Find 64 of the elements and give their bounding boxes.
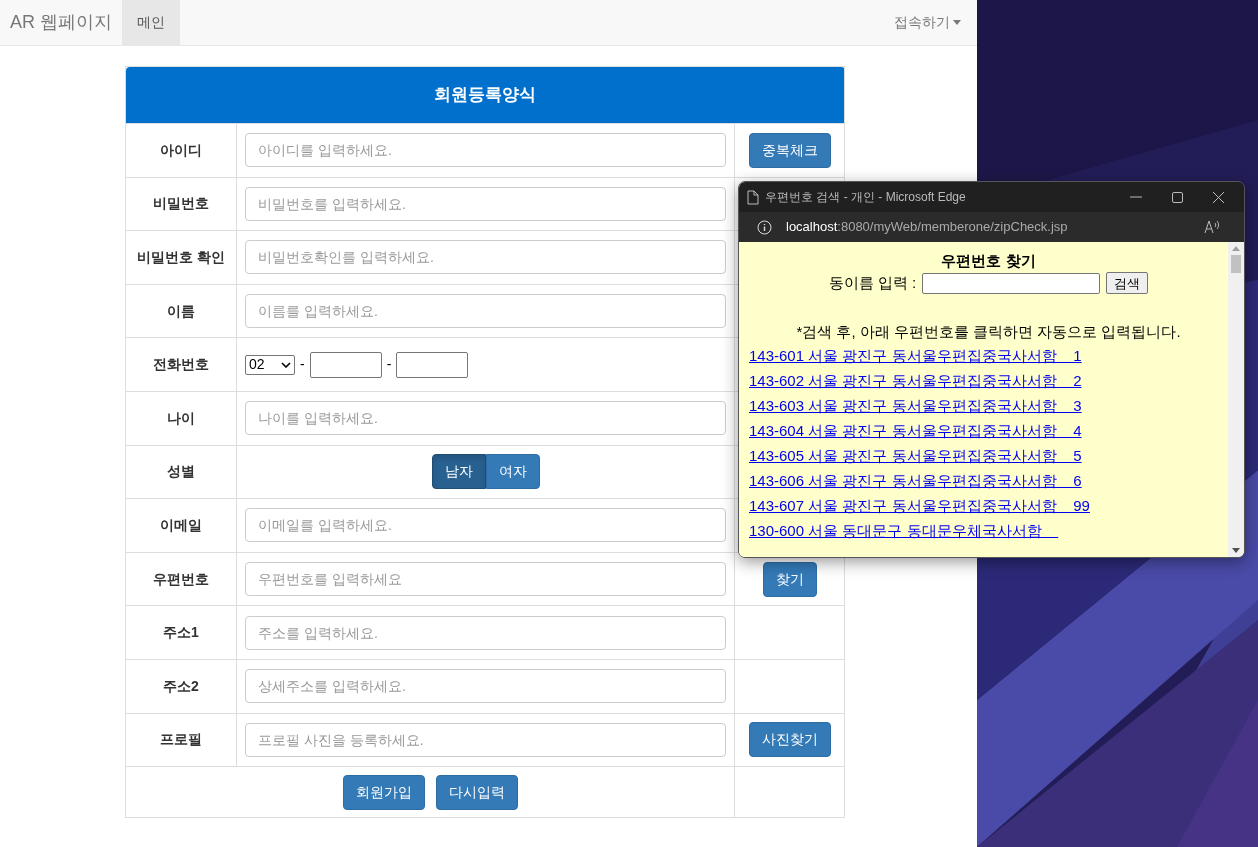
action-button[interactable]: 중복체크 [748,132,831,168]
field-label: 전화번호 [125,337,237,392]
form-title: 회원등록양식 [125,66,845,124]
close-icon[interactable] [1213,191,1224,203]
form-button[interactable]: 회원가입 [342,774,425,810]
scrollbar[interactable] [1228,242,1244,557]
page-icon [747,189,759,205]
scroll-down-icon[interactable] [1232,548,1240,553]
field-label: 주소2 [125,659,237,714]
connect-dropdown[interactable]: 접속하기 [894,12,961,33]
zip-result-link[interactable]: 143-601 서울 광진구 동서울우편집중국사서함 1 [749,346,1082,364]
separator: - [300,355,305,375]
field-label: 나이 [125,391,237,446]
field-label: 프로필 [125,713,237,767]
phone-field[interactable] [396,351,469,378]
text-field[interactable]: 프로필 사진을 등록하세요. [245,722,726,757]
zip-result-link[interactable]: 143-603 서울 광진구 동서울우편집중국사서함 3 [749,396,1082,414]
popup-heading: 우편번호 찾기 [940,251,1037,270]
action-button[interactable]: 찾기 [762,561,817,597]
field-label: 우편번호 [125,552,237,606]
separator: - [386,355,392,375]
text-field[interactable]: 아이디를 입력하세요. [245,133,726,168]
dong-search-field[interactable] [922,272,1101,294]
text-field[interactable]: 주소를 입력하세요. [245,615,726,650]
text-field[interactable]: 이메일를 입력하세요. [245,508,726,543]
caret-icon [953,20,961,25]
zip-result-link[interactable]: 143-604 서울 광진구 동서울우편집중국사서함 4 [749,421,1082,439]
field-label: 이름 [125,284,237,338]
zip-result-link[interactable]: 143-606 서울 광진구 동서울우편집중국사서함 6 [749,471,1082,489]
gender-toggle[interactable]: 여자 [485,454,540,490]
form-button[interactable]: 다시입력 [435,774,518,810]
text-field[interactable]: 비밀번호를 입력하세요. [245,186,726,221]
gender-toggle[interactable]: 남자 [431,454,486,490]
action-button[interactable]: 사진찾기 [748,722,831,758]
field-label: 주소1 [125,605,237,660]
window-title: 우편번호 검색 - 개인 - Microsoft Edge [765,189,966,206]
nav-tab[interactable]: 메인 [122,0,180,45]
phone-field[interactable] [309,351,382,378]
zip-result-link[interactable]: 130-600 서울 동대문구 동대문우체국사서함 [749,521,1059,539]
page-url: localhost:8080/myWeb/memberone/zipCheck.jsp [786,218,1068,237]
zip-result-link[interactable]: 143-607 서울 광진구 동서울우편집중국사서함 99 [749,496,1090,514]
text-field[interactable]: 비밀번호확인를 입력하세요. [245,240,726,275]
brand-title[interactable]: AR 웹페이지 [0,9,122,36]
field-label: 이메일 [125,498,237,553]
search-label: 동이름 입력 : [828,273,917,293]
field-label: 성별 [125,445,237,499]
scroll-up-icon[interactable] [1232,246,1240,251]
chevron-down-icon [281,361,291,368]
maximize-icon[interactable] [1172,191,1183,203]
field-label: 비밀번호 확인 [125,230,237,285]
area-code-select[interactable]: 02 [245,354,295,375]
zip-result-link[interactable]: 143-605 서울 광진구 동서울우편집중국사서함 5 [749,446,1082,464]
field-label: 아이디 [125,123,237,178]
text-field[interactable]: 상세주소를 입력하세요. [245,669,726,704]
notice-text: *검색 후, 아래 우편번호를 클릭하면 자동으로 입력됩니다. [795,321,1182,342]
text-field[interactable]: 나이를 입력하세요. [245,401,726,436]
text-field[interactable]: 우편번호를 입력하세요 [245,562,726,597]
info-icon[interactable] [757,219,772,235]
text-field[interactable]: 이름를 입력하세요. [245,294,726,329]
scroll-thumb[interactable] [1231,255,1241,273]
field-label: 비밀번호 [125,177,237,231]
search-button[interactable]: 검색 [1106,272,1149,295]
read-aloud-icon[interactable] [1204,220,1220,234]
zip-result-link[interactable]: 143-602 서울 광진구 동서울우편집중국사서함 2 [749,371,1082,389]
